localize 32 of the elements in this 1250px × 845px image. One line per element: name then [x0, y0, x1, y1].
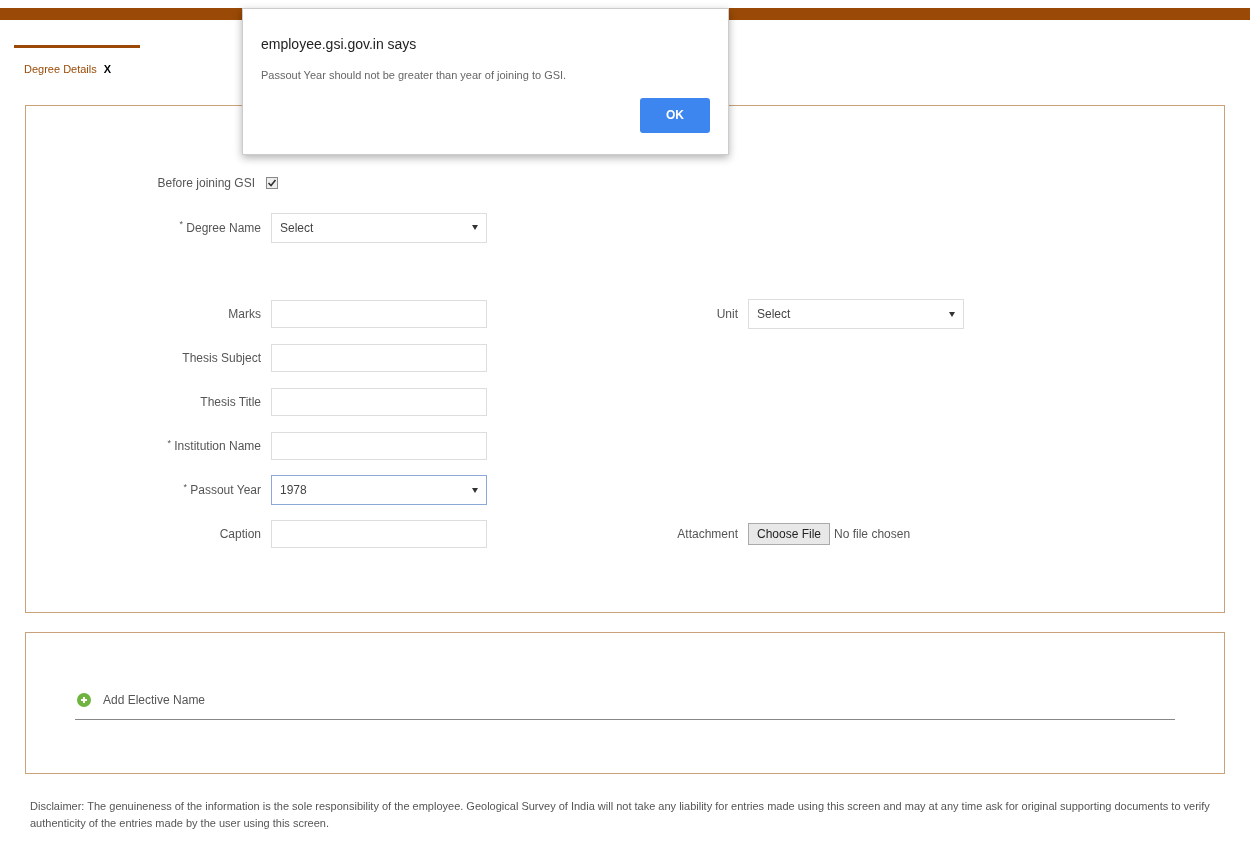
field-label: Marks: [227, 306, 262, 323]
file-status-text: No file chosen: [834, 526, 911, 543]
field-label: Caption: [218, 526, 262, 543]
field-label: $^{*}$ Degree Name: [178, 218, 262, 237]
checkbox[interactable]: [266, 176, 278, 189]
caret-icon: [472, 487, 478, 493]
choose-file-button[interactable]: Choose File: [748, 523, 831, 545]
select-field[interactable]: Select: [271, 212, 487, 243]
select-field[interactable]: Select: [748, 299, 964, 329]
dialog-message: Passout Year should not be greater than year of joining to GSI.: [261, 68, 568, 83]
add-icon[interactable]: [77, 693, 91, 707]
add-elective-link[interactable]: Add Elective Name: [103, 691, 206, 709]
ok-button[interactable]: OK: [640, 97, 710, 133]
input-field[interactable]: [271, 388, 487, 416]
dialog-title: employee.gsi.gov.in says: [261, 35, 418, 54]
field-label: Thesis Title: [199, 394, 262, 411]
select-field[interactable]: 1978: [271, 475, 487, 505]
field-label: $^{*}$ Institution Name: [166, 437, 262, 455]
disclaimer-text: Disclaimer: The genuineness of the information is the sole responsibility of the employee. Geological Survey of India will not take any liability for entries made using this screen and may at any time ask for original supporting documents to verify authenticity of the entries made by the user using this screen.: [30, 799, 1211, 831]
tab-close-button[interactable]: X: [103, 61, 112, 78]
caret-icon: [949, 311, 955, 317]
input-field[interactable]: [271, 300, 487, 328]
field-label: $^{*}$ Passout Year: [182, 481, 262, 499]
field-label: Unit: [715, 306, 739, 323]
caret-icon: [472, 225, 478, 230]
input-field[interactable]: [271, 344, 487, 372]
input-field[interactable]: [271, 520, 487, 548]
field-label: Before joining GSI: [156, 174, 256, 192]
input-field[interactable]: [271, 432, 487, 460]
field-label: Attachment: [676, 526, 739, 543]
tab-label: Degree Details: [24, 62, 97, 78]
field-label: Thesis Subject: [181, 350, 262, 367]
